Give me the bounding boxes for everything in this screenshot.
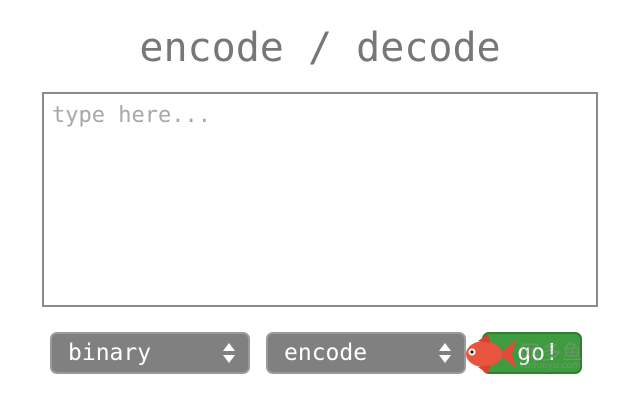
up-down-arrows-icon <box>439 343 451 363</box>
up-down-arrows-icon <box>223 343 235 363</box>
mode-select[interactable]: encode <box>266 332 466 374</box>
format-select-value: binary <box>68 340 152 366</box>
text-input[interactable] <box>42 92 598 307</box>
go-button-label: go! <box>517 340 559 366</box>
go-button[interactable]: go! <box>482 332 582 374</box>
mode-select-value: encode <box>284 340 368 366</box>
format-select[interactable]: binary <box>50 332 250 374</box>
page-title: encode / decode <box>139 25 501 71</box>
